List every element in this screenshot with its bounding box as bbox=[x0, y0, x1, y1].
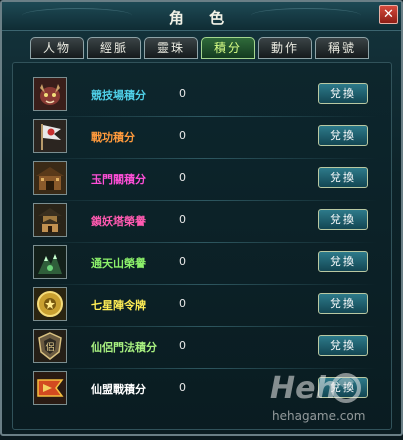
points-value: 0 bbox=[179, 255, 186, 268]
points-value: 0 bbox=[179, 213, 186, 226]
points-name: 戰功積分 bbox=[91, 131, 135, 144]
character-window: 角 色 ✕ 人物 經脈 靈珠 積分 動作 稱號 競技場積分 0 兌換 戰功積分 … bbox=[0, 0, 403, 436]
points-row-yumen-pass: 玉門關積分 0 兌換 bbox=[33, 161, 377, 195]
tab-actions[interactable]: 動作 bbox=[258, 37, 312, 59]
row-divider bbox=[33, 242, 377, 243]
seven-star-token-icon bbox=[33, 287, 67, 321]
beast-mask-icon bbox=[33, 77, 67, 111]
exchange-button[interactable]: 兌換 bbox=[318, 125, 368, 146]
points-name: 仙侶門法積分 bbox=[91, 341, 157, 354]
exchange-button[interactable]: 兌換 bbox=[318, 209, 368, 230]
tab-points[interactable]: 積分 bbox=[201, 37, 255, 59]
shield-emblem-icon: 侶 bbox=[33, 329, 67, 363]
tab-spirit-beads[interactable]: 靈珠 bbox=[144, 37, 198, 59]
row-divider bbox=[33, 200, 377, 201]
points-row-tongtian-mountain: 通天山榮譽 0 兌換 bbox=[33, 245, 377, 279]
svg-text:侶: 侶 bbox=[45, 341, 54, 353]
points-row-arena: 競技場積分 0 兌換 bbox=[33, 77, 377, 111]
tab-titles[interactable]: 稱號 bbox=[315, 37, 369, 59]
points-value: 0 bbox=[179, 129, 186, 142]
title-bar[interactable]: 角 色 ✕ bbox=[2, 2, 401, 31]
alliance-flag-icon bbox=[33, 371, 67, 405]
watermark-site: hehagame.com bbox=[272, 409, 365, 423]
row-divider bbox=[33, 326, 377, 327]
points-value: 0 bbox=[179, 297, 186, 310]
tab-character[interactable]: 人物 bbox=[30, 37, 84, 59]
tab-meridians[interactable]: 經脈 bbox=[87, 37, 141, 59]
mountain-spirit-icon bbox=[33, 245, 67, 279]
exchange-button[interactable]: 兌換 bbox=[318, 293, 368, 314]
points-value: 0 bbox=[179, 171, 186, 184]
points-row-demon-tower: 鎖妖塔榮譽 0 兌換 bbox=[33, 203, 377, 237]
points-row-seven-star: 七星陣令牌 0 兌換 bbox=[33, 287, 377, 321]
points-value: 0 bbox=[179, 339, 186, 352]
points-name: 玉門關積分 bbox=[91, 173, 146, 186]
points-value: 0 bbox=[179, 381, 186, 394]
points-row-immortal-duo: 侶 仙侶門法積分 0 兌換 bbox=[33, 329, 377, 363]
points-value: 0 bbox=[179, 87, 186, 100]
fortress-gate-icon bbox=[33, 161, 67, 195]
war-banner-icon bbox=[33, 119, 67, 153]
pagoda-icon bbox=[33, 203, 67, 237]
exchange-button[interactable]: 兌換 bbox=[318, 83, 368, 104]
points-name: 通天山榮譽 bbox=[91, 257, 146, 270]
exchange-button[interactable]: 兌換 bbox=[318, 167, 368, 188]
row-divider bbox=[33, 284, 377, 285]
points-row-war-merit: 戰功積分 0 兌換 bbox=[33, 119, 377, 153]
row-divider bbox=[33, 158, 377, 159]
row-divider bbox=[33, 116, 377, 117]
points-name: 仙盟戰積分 bbox=[91, 383, 146, 396]
points-name: 七星陣令牌 bbox=[91, 299, 146, 312]
window-title: 角 色 bbox=[168, 9, 235, 27]
exchange-button[interactable]: 兌換 bbox=[318, 251, 368, 272]
exchange-button[interactable]: 兌換 bbox=[318, 335, 368, 356]
close-button[interactable]: ✕ bbox=[379, 5, 398, 24]
points-name: 競技場積分 bbox=[91, 89, 146, 102]
points-name: 鎖妖塔榮譽 bbox=[91, 215, 146, 228]
watermark-logo: Heh hehagame.com bbox=[264, 364, 403, 436]
tab-bar: 人物 經脈 靈珠 積分 動作 稱號 bbox=[30, 37, 369, 61]
watermark-brand: Heh bbox=[270, 371, 337, 406]
